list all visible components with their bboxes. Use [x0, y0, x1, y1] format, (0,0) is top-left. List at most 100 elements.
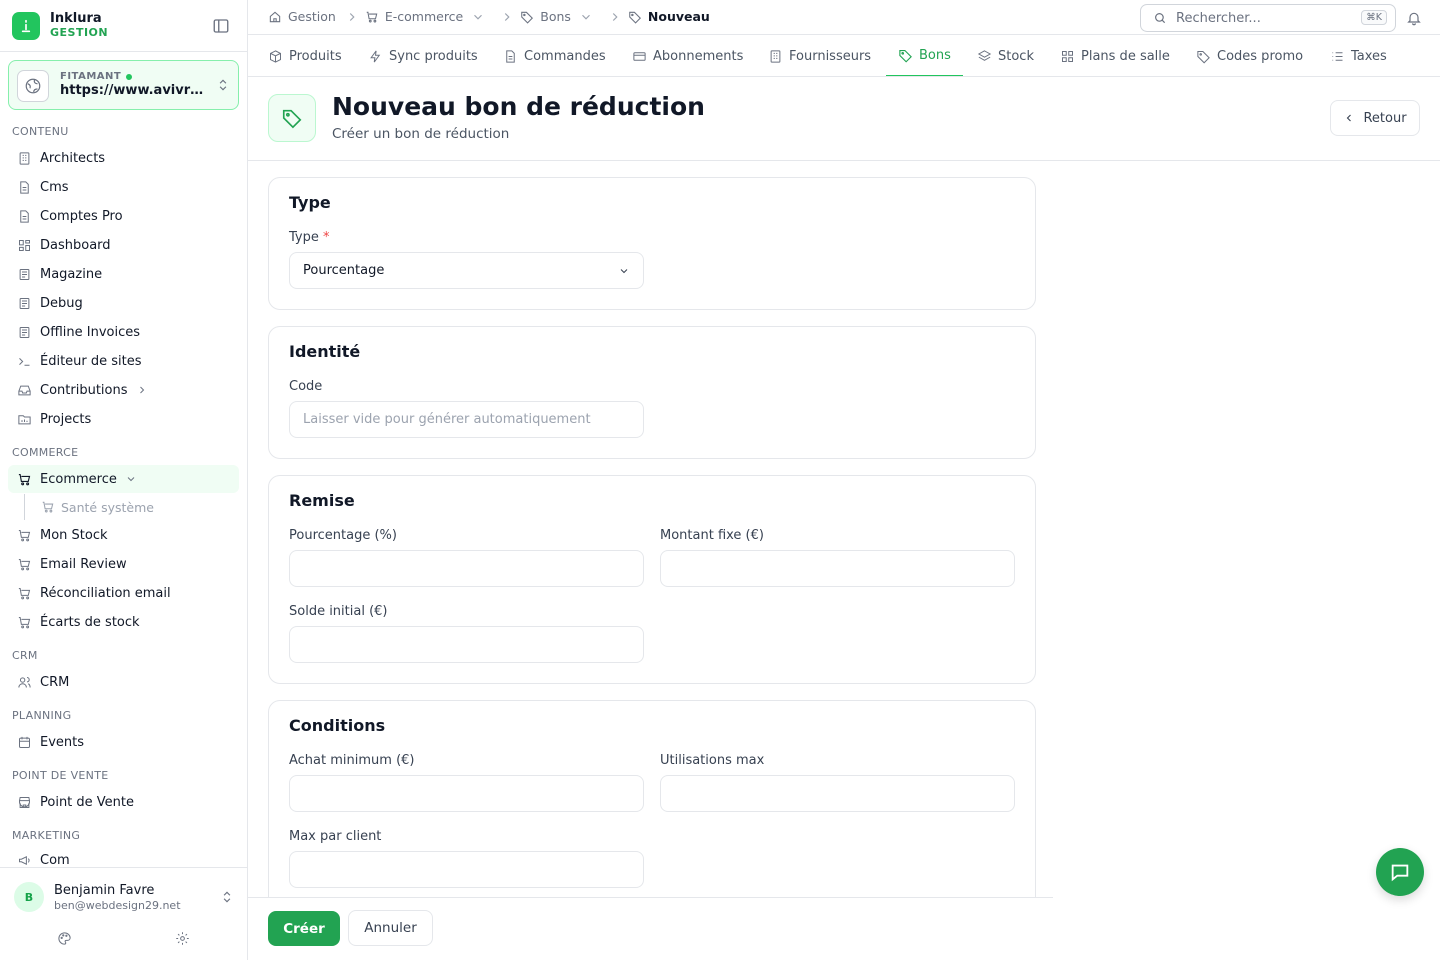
field-label-text: Type — [289, 230, 319, 245]
utilisations-max-label: Utilisations max — [660, 753, 765, 768]
sidebar-item-label: Santé système — [61, 499, 154, 515]
section-label-contenu: CONTENU — [12, 125, 69, 138]
sidebar-item-projects[interactable]: Projects — [8, 405, 239, 433]
sidebar-item-debug[interactable]: Debug — [8, 289, 239, 317]
sidebar-item-label: Projects — [40, 411, 92, 427]
chevron-right-icon — [505, 12, 510, 21]
chevron-right-icon — [612, 12, 618, 21]
site-label: FITAMANT — [60, 71, 122, 82]
sidebar-item-label: Contributions — [40, 382, 128, 398]
back-button[interactable]: Retour — [1330, 100, 1420, 136]
chat-button[interactable] — [1376, 848, 1424, 896]
tab-produits[interactable]: Produits — [268, 35, 342, 76]
tab-label: Sync produits — [389, 48, 478, 64]
sidebar-item-reconciliation-email[interactable]: Réconciliation email — [8, 579, 239, 607]
site-switcher[interactable]: FITAMANT https://www.avivre.fr — [8, 60, 239, 110]
sidebar-item-contributions[interactable]: Contributions — [8, 376, 239, 404]
tab-plans-de-salle[interactable]: Plans de salle — [1060, 35, 1170, 76]
sidebar-toggle-icon[interactable] — [212, 17, 230, 35]
breadcrumb-label: Nouveau — [647, 9, 710, 24]
tab-bons[interactable]: Bons — [886, 35, 963, 76]
montant-fixe-input[interactable] — [660, 550, 1015, 587]
sidebar-item-label: Cms — [40, 179, 69, 195]
tab-taxes[interactable]: Taxes — [1330, 35, 1387, 76]
card-title: Conditions — [289, 716, 386, 735]
breadcrumb-gestion[interactable]: Gestion — [268, 9, 336, 24]
max-par-client-input[interactable] — [289, 851, 644, 888]
breadcrumb-current: Nouveau — [628, 9, 710, 24]
newspaper-icon — [19, 297, 30, 309]
sidebar-item-architects[interactable]: Architects — [8, 144, 239, 172]
layers-icon — [977, 49, 992, 61]
tab-codes-promo[interactable]: Codes promo — [1196, 35, 1303, 76]
user-menu[interactable]: B Benjamin Favre ben@webdesign29.net — [14, 882, 236, 914]
breadcrumb-label: Bons — [540, 9, 571, 24]
tab-stock[interactable]: Stock — [977, 35, 1034, 76]
site-url: https://www.avivre.fr — [60, 83, 210, 98]
sidebar-item-com[interactable]: Com — [8, 848, 239, 868]
divider — [248, 160, 1440, 161]
sidebar-item-ecarts-de-stock[interactable]: Écarts de stock — [8, 608, 239, 636]
breadcrumb-label: E-commerce — [384, 9, 464, 24]
sidebar-item-email-review[interactable]: Email Review — [8, 550, 239, 578]
utilisations-max-input[interactable] — [660, 775, 1015, 812]
code-input[interactable]: Laisser vide pour générer automatiquemen… — [289, 401, 644, 438]
chevron-down-icon — [620, 269, 628, 274]
cart-icon — [42, 501, 54, 513]
required-marker: * — [323, 230, 330, 245]
cart-icon — [18, 587, 31, 599]
achat-minimum-input[interactable] — [289, 775, 644, 812]
conditions-card: Conditions Achat minimum (€) Utilisation… — [268, 700, 1036, 930]
create-button[interactable]: Créer — [268, 911, 340, 946]
cancel-button[interactable]: Annuler — [348, 910, 433, 946]
sidebar-item-label: CRM — [40, 674, 70, 690]
newspaper-icon — [19, 326, 30, 338]
section-label-planning: PLANNING — [12, 709, 72, 722]
sidebar-item-ecommerce[interactable]: Ecommerce — [8, 465, 239, 493]
page-subtitle: Créer un bon de réduction — [332, 126, 510, 142]
tab-commandes[interactable]: Commandes — [503, 35, 606, 76]
pourcentage-input[interactable] — [289, 550, 644, 587]
bell-icon[interactable] — [1406, 10, 1422, 26]
sidebar-subitem-sante-systeme[interactable]: Santé système — [24, 494, 154, 520]
tab-fournisseurs[interactable]: Fournisseurs — [768, 35, 871, 76]
sidebar-item-label: Éditeur de sites — [40, 353, 142, 369]
sidebar-item-dashboard[interactable]: Dashboard — [8, 231, 239, 259]
section-label-marketing: MARKETING — [12, 829, 81, 842]
sidebar-item-editeur-de-sites[interactable]: Éditeur de sites — [8, 347, 239, 375]
chevron-left-icon — [1347, 114, 1352, 122]
type-card: Type Type * Pourcentage — [268, 177, 1036, 310]
cart-icon — [18, 558, 31, 570]
search-input[interactable]: Rechercher... ⌘K — [1140, 4, 1396, 32]
type-select[interactable]: Pourcentage — [289, 252, 644, 289]
breadcrumb-label: Gestion — [288, 9, 336, 24]
palette-icon[interactable] — [57, 931, 72, 946]
tab-sync-produits[interactable]: Sync produits — [368, 35, 478, 76]
building-icon — [770, 49, 781, 63]
avatar: B — [14, 882, 44, 912]
sidebar-item-label: Mon Stock — [40, 527, 108, 543]
sidebar-item-events[interactable]: Events — [8, 728, 239, 756]
solde-initial-input[interactable] — [289, 626, 644, 663]
gear-icon[interactable] — [175, 931, 190, 946]
sidebar-item-offline-invoices[interactable]: Offline Invoices — [8, 318, 239, 346]
sidebar-item-magazine[interactable]: Magazine — [8, 260, 239, 288]
tab-abonnements[interactable]: Abonnements — [632, 35, 743, 76]
brand-name: Inklura — [50, 11, 102, 26]
sidebar-item-crm[interactable]: CRM — [8, 668, 239, 696]
sidebar-item-comptes-pro[interactable]: Comptes Pro — [8, 202, 239, 230]
sidebar-item-cms[interactable]: Cms — [8, 173, 239, 201]
breadcrumb-bons[interactable]: Bons — [520, 9, 599, 24]
chevron-down-icon — [582, 14, 590, 20]
file-icon — [506, 49, 515, 63]
users-icon — [18, 676, 31, 688]
sidebar-item-point-de-vente[interactable]: Point de Vente — [8, 788, 239, 816]
section-label-point-de-vente: POINT DE VENTE — [12, 769, 109, 782]
breadcrumb-ecommerce[interactable]: E-commerce — [365, 9, 491, 24]
code-label: Code — [289, 379, 323, 394]
card-title: Remise — [289, 491, 355, 510]
sidebar-item-mon-stock[interactable]: Mon Stock — [8, 521, 239, 549]
chevron-right-icon — [349, 12, 355, 21]
back-button-label: Retour — [1363, 110, 1407, 126]
brand[interactable]: Inklura GESTION — [12, 10, 108, 42]
